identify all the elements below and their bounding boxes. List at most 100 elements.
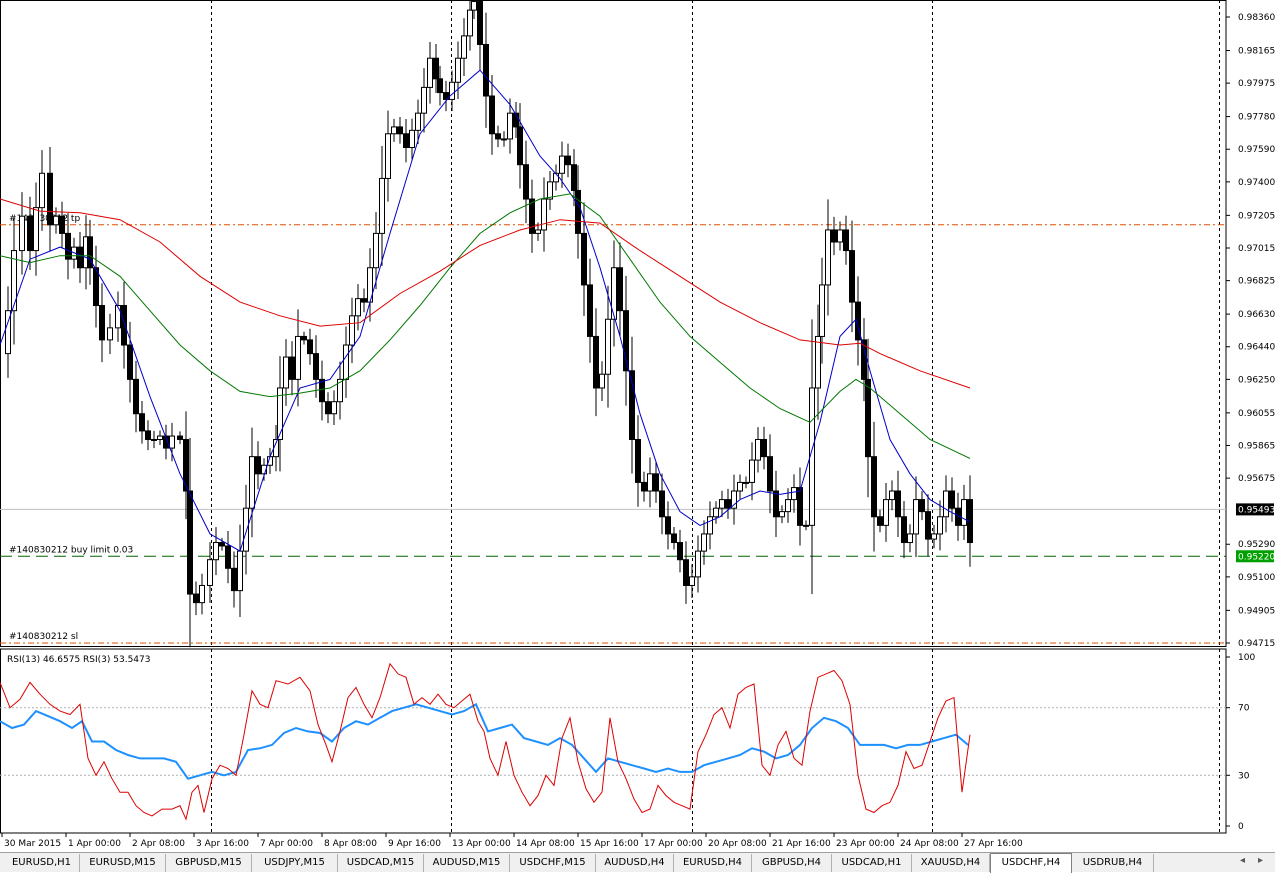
candle-body[interactable] [623, 310, 629, 372]
candle-body[interactable] [547, 181, 553, 200]
candle-body[interactable] [477, 1, 483, 45]
chart-tab[interactable]: EURUSD,H4 [674, 854, 752, 872]
chart-tab[interactable]: USDCAD,M15 [338, 854, 424, 872]
candle-body[interactable] [767, 456, 773, 492]
candle-body[interactable] [701, 533, 707, 552]
candle-body[interactable] [937, 516, 943, 535]
candle-body[interactable] [307, 339, 313, 355]
candle-body[interactable] [385, 133, 391, 179]
chart-tab[interactable]: USDCAD,H1 [832, 854, 912, 872]
candle-body[interactable] [121, 305, 127, 346]
trading-chart[interactable]: 0.98360 0.98165 0.97975 0.97780 0.97590 0.974… [0, 0, 1275, 852]
candle-body[interactable] [919, 499, 925, 513]
candle-body[interactable] [255, 456, 261, 475]
candle-body[interactable] [719, 499, 725, 509]
candle-body[interactable] [819, 284, 825, 337]
candle-body[interactable] [901, 516, 907, 544]
candle-body[interactable] [695, 550, 701, 578]
candle-body[interactable] [289, 356, 295, 380]
candle-body[interactable] [461, 35, 467, 59]
candle-body[interactable] [421, 86, 427, 114]
chart-tab[interactable]: USDJPY,M15 [252, 854, 338, 872]
candle-body[interactable] [575, 189, 581, 234]
candle-body[interactable] [213, 542, 219, 561]
candle-body[interactable] [507, 112, 513, 140]
candle-body[interactable] [295, 335, 301, 380]
candle-body[interactable] [391, 126, 397, 135]
candle-body[interactable] [961, 499, 967, 526]
candle-body[interactable] [889, 490, 895, 501]
candle-body[interactable] [193, 593, 199, 604]
candle-body[interactable] [219, 542, 225, 547]
candle-body[interactable] [559, 155, 565, 174]
candle-body[interactable] [943, 490, 949, 518]
candle-body[interactable] [449, 81, 455, 100]
chart-tab[interactable]: AUDUSD,M15 [424, 854, 510, 872]
candle-body[interactable] [437, 78, 443, 94]
candle-body[interactable] [883, 499, 889, 526]
candle-body[interactable] [495, 133, 501, 140]
candle-body[interactable] [761, 438, 767, 458]
candle-body[interactable] [115, 305, 121, 329]
candle-body[interactable] [743, 481, 749, 484]
candle-body[interactable] [599, 373, 605, 389]
candle-body[interactable] [39, 172, 45, 209]
candle-body[interactable] [187, 490, 193, 595]
candle-body[interactable] [157, 435, 163, 440]
chart-tab[interactable]: USDCHF,H4 [990, 853, 1072, 873]
candle-body[interactable] [455, 57, 461, 83]
candle-body[interactable] [785, 499, 791, 513]
candle-body[interactable] [535, 229, 541, 234]
candle-body[interactable] [925, 511, 931, 540]
candle-body[interactable] [895, 490, 901, 518]
chart-tab[interactable]: XAUUSD,H4 [912, 854, 990, 872]
candle-body[interactable] [77, 246, 83, 269]
candle-body[interactable] [301, 335, 307, 341]
chart-tab[interactable]: AUDUSD,H4 [596, 854, 674, 872]
candle-body[interactable] [587, 284, 593, 337]
candle-body[interactable] [815, 335, 821, 389]
candle-body[interactable] [361, 298, 367, 303]
candle-body[interactable] [231, 567, 237, 592]
candle-body[interactable] [313, 353, 319, 380]
candle-body[interactable] [501, 138, 507, 141]
candle-body[interactable] [647, 473, 653, 492]
candle-body[interactable] [913, 499, 919, 535]
candle-body[interactable] [571, 164, 577, 191]
candle-body[interactable] [871, 456, 877, 518]
candle-body[interactable] [541, 198, 547, 231]
candle-body[interactable] [797, 487, 803, 526]
candle-body[interactable] [677, 542, 683, 561]
candle-body[interactable] [565, 155, 571, 166]
candle-body[interactable] [107, 327, 113, 341]
candle-body[interactable] [755, 438, 761, 461]
candle-body[interactable] [849, 250, 855, 303]
candle-body[interactable] [617, 267, 623, 312]
candle-body[interactable] [319, 378, 325, 403]
candle-body[interactable] [949, 490, 955, 509]
candle-body[interactable] [877, 516, 883, 526]
candle-body[interactable] [605, 318, 611, 375]
chart-tab[interactable]: GBPUSD,M15 [166, 854, 252, 872]
candle-body[interactable] [139, 413, 145, 432]
candle-body[interactable] [199, 584, 205, 604]
candle-body[interactable] [907, 533, 913, 544]
candle-body[interactable] [471, 1, 477, 11]
candle-body[interactable] [725, 499, 731, 509]
candle-body[interactable] [831, 229, 837, 243]
candle-body[interactable] [427, 57, 433, 88]
chart-tab[interactable]: EURUSD,H1 [4, 854, 80, 872]
candle-body[interactable] [581, 232, 587, 286]
candle-body[interactable] [59, 215, 65, 234]
candle-body[interactable] [483, 43, 489, 97]
candle-body[interactable] [689, 576, 695, 586]
candle-body[interactable] [653, 473, 659, 492]
candle-body[interactable] [151, 438, 157, 441]
candle-body[interactable] [237, 550, 243, 592]
candle-body[interactable] [283, 356, 289, 389]
candle-body[interactable] [403, 133, 409, 149]
candle-body[interactable] [19, 215, 25, 252]
candle-body[interactable] [325, 401, 331, 415]
candle-body[interactable] [145, 430, 151, 440]
scroll-left-icon[interactable]: ◂ [1240, 855, 1245, 866]
